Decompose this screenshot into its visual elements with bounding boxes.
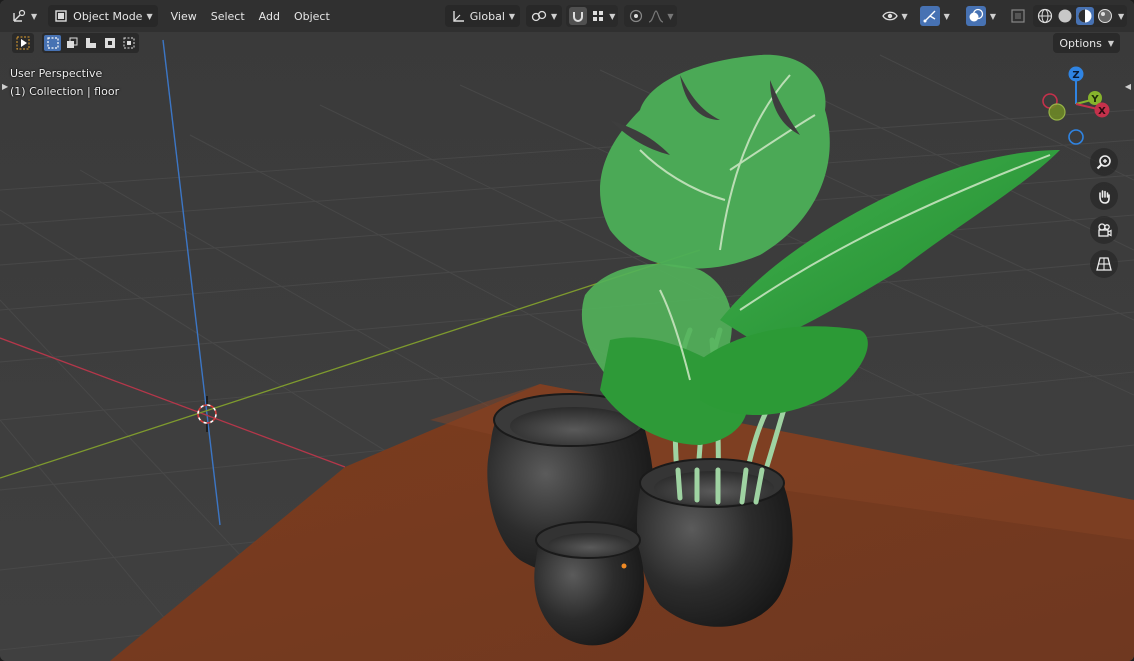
viewport-info-overlay: User Perspective (1) Collection | floor [10,65,119,101]
gizmo-neg-y [1048,103,1066,121]
options-dropdown[interactable]: Options ▼ [1053,33,1120,53]
gizmo-neg-z [1068,129,1084,145]
transform-orientation-icon [450,8,466,24]
select-invert-icon [102,35,118,51]
snap-toggle[interactable] [569,7,588,25]
camera-view-button[interactable] [1090,216,1118,244]
header-menus: View Select Add Object [164,5,337,27]
xray-toggle[interactable] [1009,7,1027,25]
toolbar-expand-arrow[interactable]: ▶ [2,82,8,91]
menu-select[interactable]: Select [204,5,252,27]
select-new-button[interactable] [44,35,61,51]
gizmo-toggle-group: ▼ [915,5,955,27]
shading-wireframe-button[interactable] [1036,7,1054,25]
chevron-down-icon: ▼ [508,11,516,21]
chevron-down-icon: ▼ [31,11,38,21]
proportional-group: ▼ [624,5,677,27]
shading-solid-button[interactable] [1056,7,1074,25]
chevron-down-icon: ▼ [609,11,616,21]
falloff-curve-icon [648,8,664,24]
overlay-toggle-icon[interactable] [965,6,986,26]
hand-pan-icon [1096,188,1112,204]
select-extend-button[interactable] [63,35,80,51]
selection-mode-group [42,33,139,53]
chevron-down-icon: ▼ [901,11,908,21]
perspective-toggle-button[interactable] [1090,250,1118,278]
select-invert-button[interactable] [101,35,118,51]
material-sphere-icon [1077,8,1093,24]
select-new-icon [45,35,61,51]
menu-view[interactable]: View [164,5,204,27]
chevron-down-icon[interactable]: ▼ [990,12,996,21]
select-cursor-icon [15,35,31,51]
object-mode-icon [53,8,69,24]
rendered-sphere-icon [1097,8,1113,24]
navigation-gizmo[interactable]: Z Y X [1040,62,1118,148]
snap-target-icon [590,8,606,24]
shading-rendered-button[interactable] [1096,7,1114,25]
solid-sphere-icon [1057,8,1073,24]
gizmo-z-label: Z [1072,70,1079,81]
snap-group: ▼ [566,5,619,27]
select-intersect-button[interactable] [120,35,137,51]
orientation-label: Global [469,9,505,23]
menu-object[interactable]: Object [287,5,337,27]
view-name-text: User Perspective [10,67,103,80]
gizmo-toggle-icon[interactable] [919,6,940,26]
chevron-down-icon: ▼ [667,11,674,21]
3d-viewport[interactable]: ▼ Object Mode ▼ View Select Add Object G… [0,0,1134,661]
select-subtract-icon [83,35,99,51]
xray-icon [1010,8,1026,24]
transform-orientation-select[interactable]: Global ▼ [444,5,521,27]
pivot-point-select[interactable]: ▼ [526,5,563,27]
gizmo-x-label: X [1098,106,1106,117]
chevron-down-icon: ▼ [551,11,558,21]
proportional-edit-icon [628,8,644,24]
zoom-icon [1096,154,1112,170]
mode-select[interactable]: Object Mode ▼ [48,5,158,27]
snap-target-button[interactable] [589,7,607,25]
object-origin-dot [621,563,627,569]
editor-type-icon [11,8,27,24]
visibility-select[interactable]: ▼ [877,5,913,27]
menu-add[interactable]: Add [252,5,287,27]
navigation-buttons [1090,148,1118,278]
pot-plant [636,458,793,627]
select-extend-icon [64,35,80,51]
tool-settings-row [12,32,139,54]
pan-button[interactable] [1090,182,1118,210]
viewport-header: ▼ Object Mode ▼ View Select Add Object G… [0,0,1134,32]
shading-mode-group: ▼ [1032,5,1128,27]
chevron-down-icon: ▼ [1107,38,1114,48]
mode-label: Object Mode [73,9,143,23]
snap-magnet-icon [570,8,586,24]
collection-info-text: (1) Collection | floor [10,85,120,98]
viewport-scene[interactable] [0,0,1134,661]
chevron-down-icon[interactable]: ▼ [1118,12,1124,21]
shading-material-button[interactable] [1075,7,1094,25]
overlay-toggle-group: ▼ [961,5,1001,27]
pivot-point-icon [531,8,547,24]
gizmo-y-label: Y [1090,94,1099,105]
proportional-edit-toggle[interactable] [627,7,645,25]
sidebar-expand-arrow[interactable]: ◀ [1125,82,1131,91]
chevron-down-icon[interactable]: ▼ [944,12,950,21]
perspective-grid-icon [1096,256,1112,272]
options-label: Options [1059,36,1102,50]
editor-type-button[interactable]: ▼ [6,5,42,27]
visibility-eye-icon [881,8,898,24]
zoom-button[interactable] [1090,148,1118,176]
camera-icon [1096,222,1112,238]
select-subtract-button[interactable] [82,35,99,51]
active-tool-button[interactable] [12,33,34,53]
wireframe-sphere-icon [1037,8,1053,24]
proportional-falloff-button[interactable] [647,7,665,25]
select-intersect-icon [121,35,137,51]
chevron-down-icon: ▼ [146,11,153,21]
